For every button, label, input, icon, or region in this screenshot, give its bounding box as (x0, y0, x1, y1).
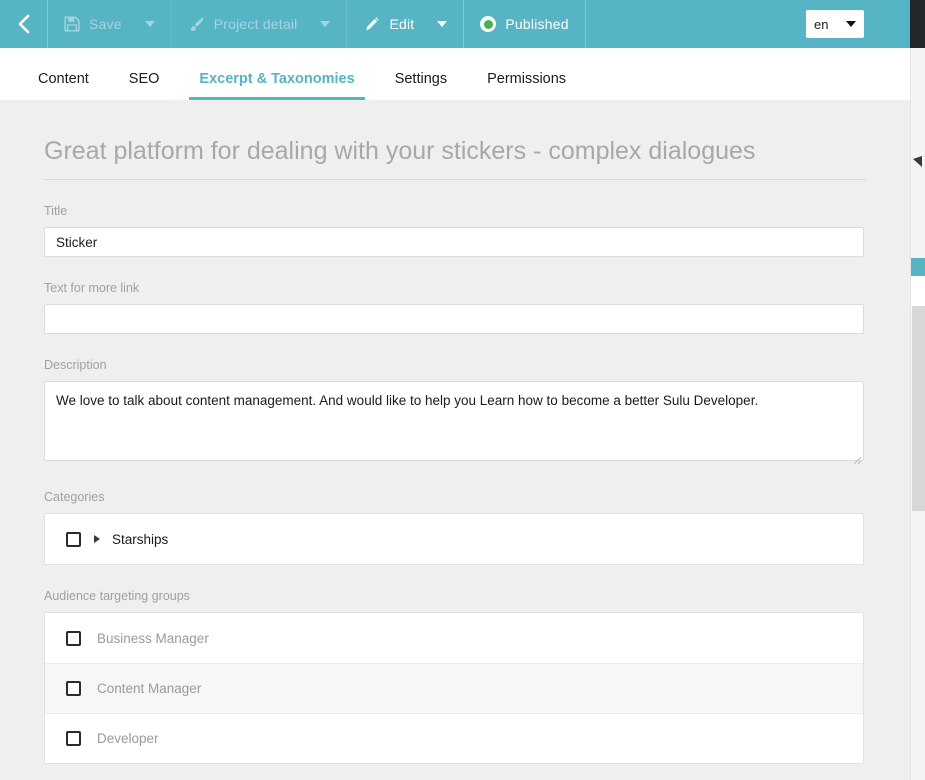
field-description-label: Description (44, 358, 866, 372)
language-value: en (814, 17, 828, 32)
tab-content[interactable]: Content (38, 71, 89, 100)
floppy-disk-icon (64, 16, 80, 32)
tab-excerpt-taxonomies[interactable]: Excerpt & Taxonomies (199, 71, 354, 100)
description-textarea[interactable] (44, 381, 864, 461)
categories-panel: Starships (44, 513, 864, 565)
edit-label: Edit (389, 16, 414, 32)
toolbar-spacer (586, 0, 806, 48)
audience-targeting-panel: Business Manager Content Manager Develop… (44, 612, 864, 764)
field-audience-targeting-label: Audience targeting groups (44, 589, 866, 603)
chevron-left-icon (17, 14, 30, 34)
field-more-link: Text for more link (44, 281, 866, 334)
save-button[interactable]: Save (48, 0, 172, 48)
field-more-link-label: Text for more link (44, 281, 866, 295)
audience-label: Content Manager (97, 681, 201, 696)
audience-row[interactable]: Content Manager (45, 663, 863, 713)
right-edge-strip (910, 0, 925, 48)
page-title: Great platform for dealing with your sti… (44, 137, 866, 180)
title-input[interactable] (44, 227, 864, 257)
pencil-icon (363, 16, 380, 33)
audience-label: Developer (97, 731, 159, 746)
back-button[interactable] (0, 0, 48, 48)
app-window: Save Project detail Edit (0, 0, 925, 780)
audience-row[interactable]: Developer (45, 713, 863, 763)
audience-label: Business Manager (97, 631, 209, 646)
audience-checkbox[interactable] (66, 681, 81, 696)
field-audience-targeting: Audience targeting groups Business Manag… (44, 589, 866, 764)
field-title: Title (44, 204, 866, 257)
collapse-panel-arrow-icon[interactable] (912, 156, 923, 169)
chevron-down-icon (846, 21, 856, 27)
field-categories: Categories Starships (44, 490, 866, 565)
tab-seo[interactable]: SEO (129, 71, 160, 100)
audience-row[interactable]: Business Manager (45, 613, 863, 663)
publish-status-button[interactable]: Published (464, 0, 585, 48)
language-select[interactable]: en (806, 10, 864, 38)
more-link-input[interactable] (44, 304, 864, 334)
chevron-right-icon[interactable] (94, 535, 100, 543)
edit-button[interactable]: Edit (347, 0, 464, 48)
status-dot-icon (480, 16, 496, 32)
project-detail-button[interactable]: Project detail (172, 0, 348, 48)
rail-white-gap (911, 276, 925, 306)
main-toolbar: Save Project detail Edit (0, 0, 910, 48)
tab-permissions[interactable]: Permissions (487, 71, 566, 100)
category-row[interactable]: Starships (45, 514, 863, 564)
category-label: Starships (112, 532, 168, 547)
chevron-down-icon[interactable] (320, 21, 330, 27)
publish-status-label: Published (505, 16, 568, 32)
field-title-label: Title (44, 204, 866, 218)
right-rail (910, 48, 925, 780)
vertical-scrollbar[interactable] (912, 306, 925, 511)
audience-checkbox[interactable] (66, 731, 81, 746)
chevron-down-icon[interactable] (437, 21, 447, 27)
tab-bar: Content SEO Excerpt & Taxonomies Setting… (0, 48, 910, 100)
project-detail-label: Project detail (214, 16, 298, 32)
content-area: Great platform for dealing with your sti… (0, 100, 910, 780)
chevron-down-icon[interactable] (145, 21, 155, 27)
paintbrush-icon (188, 16, 205, 33)
field-categories-label: Categories (44, 490, 866, 504)
audience-checkbox[interactable] (66, 631, 81, 646)
field-description: Description (44, 358, 866, 466)
tab-settings[interactable]: Settings (395, 71, 447, 100)
category-checkbox[interactable] (66, 532, 81, 547)
save-label: Save (89, 16, 122, 32)
rail-accent-marker (911, 258, 925, 276)
